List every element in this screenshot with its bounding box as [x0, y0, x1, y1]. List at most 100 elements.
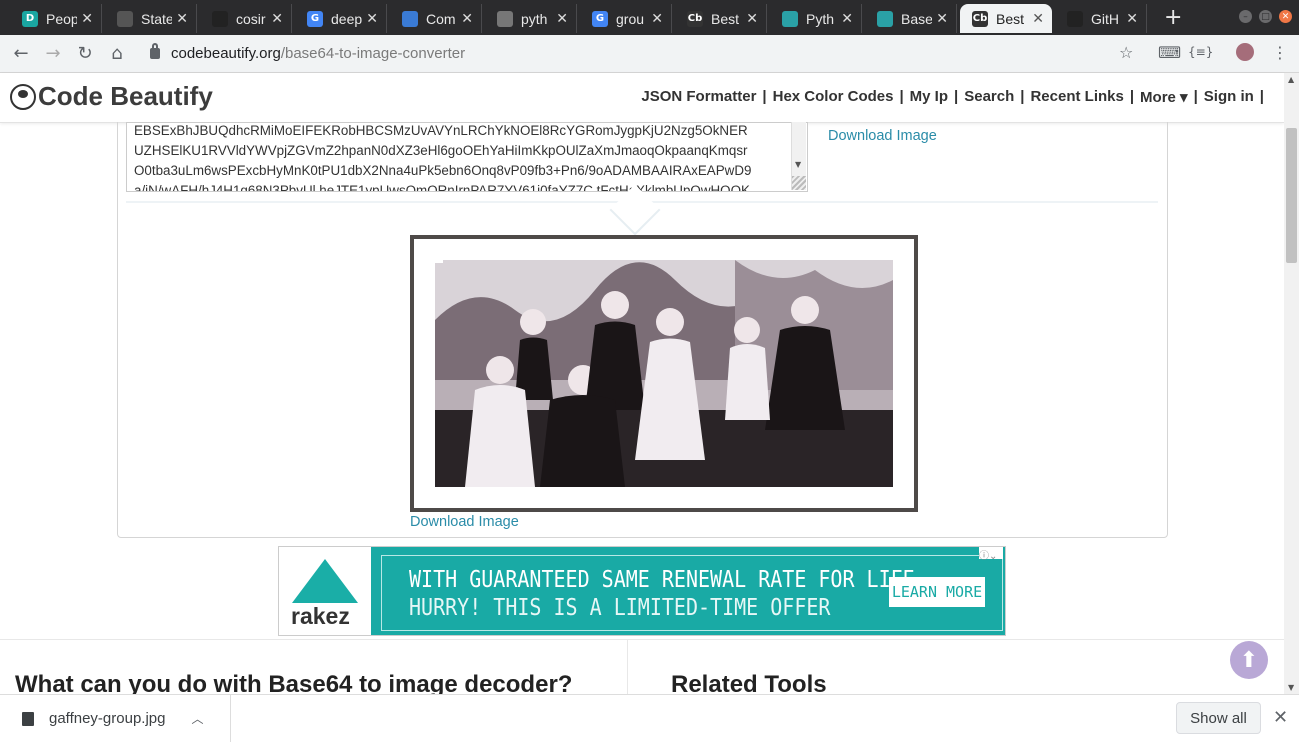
tab-favicon-icon [117, 10, 133, 27]
base64-input[interactable]: EBSExBhJBUQdhcRMiMoEIFEKRobHBCSMzUvAVYnL… [126, 122, 808, 192]
tab-favicon-icon: Cb [687, 10, 703, 27]
tab-favicon-icon [402, 10, 418, 27]
show-all-button[interactable]: Show all [1176, 702, 1261, 734]
maximize-icon[interactable]: □ [1259, 10, 1272, 23]
download-item[interactable]: gaffney-group.jpg ︿ [0, 695, 231, 742]
lock-icon [150, 43, 160, 59]
tab-close-icon[interactable]: ✕ [841, 11, 853, 27]
tab-close-icon[interactable]: ✕ [746, 11, 758, 27]
browser-tab[interactable]: Ggrou ✕ [580, 4, 672, 33]
browser-tab[interactable]: Gdeep ✕ [295, 4, 387, 33]
nav-link-json-formatter[interactable]: JSON Formatter [641, 88, 756, 106]
download-image-link-bottom[interactable]: Download Image [410, 514, 519, 530]
scroll-up-icon[interactable]: ▲ [1288, 75, 1294, 84]
tab-close-icon[interactable]: ✕ [1032, 11, 1044, 27]
nav-separator: | [1259, 88, 1264, 105]
tab-favicon-icon [497, 10, 513, 27]
tab-label: Peop [46, 10, 78, 27]
tab-close-icon[interactable]: ✕ [461, 11, 473, 27]
nav-link-recent-links[interactable]: Recent Links [1030, 88, 1123, 106]
nav-link-more[interactable]: More ▾ [1140, 88, 1188, 106]
tab-label: Com [426, 10, 456, 27]
decoded-image [435, 260, 893, 487]
logo-text: Code Beautify [38, 81, 213, 111]
resize-handle[interactable] [792, 176, 806, 190]
nav-link-hex-color-codes[interactable]: Hex Color Codes [773, 88, 894, 106]
tab-close-icon[interactable]: ✕ [936, 11, 948, 27]
ad-banner-body[interactable]: WITH GUARANTEED SAME RENEWAL RATE FOR LI… [371, 547, 1005, 635]
tab-favicon-icon [782, 10, 798, 27]
back-icon[interactable]: ← [9, 41, 33, 65]
scroll-down-icon[interactable]: ▼ [795, 160, 801, 169]
chevron-up-icon[interactable]: ︿ [191, 710, 203, 727]
download-shelf: gaffney-group.jpg ︿ Show all ✕ [0, 694, 1299, 742]
close-icon[interactable]: ✕ [1273, 707, 1288, 728]
browser-tab[interactable]: cosir ✕ [200, 4, 292, 33]
nav-separator: | [899, 88, 904, 105]
profile-avatar[interactable] [1236, 43, 1254, 61]
adchoices-icon[interactable]: ⓘ⌄ [979, 547, 1003, 562]
window-close-icon[interactable]: ✕ [1279, 10, 1292, 23]
tab-favicon-icon: Cb [972, 10, 988, 27]
scrollbar-thumb[interactable] [1286, 128, 1297, 263]
file-icon [22, 711, 34, 726]
url-path: /base64-to-image-converter [280, 45, 466, 62]
url-host: codebeautify.org [171, 45, 281, 62]
tab-close-icon[interactable]: ✕ [1126, 11, 1138, 27]
reload-icon[interactable]: ↻ [73, 41, 97, 65]
scroll-to-top-button[interactable]: ⬆ [1230, 641, 1268, 679]
browser-tab[interactable]: Cb Best ✕ [675, 4, 767, 33]
tab-label: GitH [1091, 10, 1119, 27]
advertisement-banner[interactable]: rakez WITH GUARANTEED SAME RENEWAL RATE … [278, 546, 1006, 636]
forward-icon[interactable]: → [41, 41, 65, 65]
browser-tab[interactable]: Pyth ✕ [770, 4, 862, 33]
browser-tab[interactable]: Cb Best ✕ [960, 4, 1052, 33]
extension-icon[interactable]: {≡} [1188, 45, 1213, 59]
tab-close-icon[interactable]: ✕ [81, 11, 93, 27]
tab-close-icon[interactable]: ✕ [176, 11, 188, 27]
tab-close-icon[interactable]: ✕ [556, 11, 568, 27]
tab-favicon-icon: G [307, 10, 323, 27]
translate-icon[interactable]: ⌨ [1158, 43, 1181, 62]
main-content: EBSExBhJBUQdhcRMiMoEIFEKRobHBCSMzUvAVYnL… [0, 122, 1284, 694]
browser-tab[interactable]: GitH ✕ [1055, 4, 1147, 33]
nav-link-sign-in[interactable]: Sign in [1204, 88, 1254, 106]
github-icon [212, 10, 228, 27]
tab-close-icon[interactable]: ✕ [366, 11, 378, 27]
browser-tab[interactable]: Com ✕ [390, 4, 482, 33]
minimize-icon[interactable]: – [1239, 10, 1252, 23]
browser-tab[interactable]: Base ✕ [865, 4, 957, 33]
nav-separator: | [1020, 88, 1025, 105]
base64-line: EBSExBhJBUQdhcRMiMoEIFEKRobHBCSMzUvAVYnL… [134, 123, 748, 138]
nav-link-search[interactable]: Search [964, 88, 1014, 106]
nav-link-my-ip[interactable]: My Ip [910, 88, 948, 106]
download-image-link-top[interactable]: Download Image [828, 128, 937, 144]
bookmark-star-icon[interactable]: ☆ [1119, 43, 1133, 62]
ad-learn-more-button[interactable]: LEARN MORE [889, 577, 985, 607]
nav-separator: | [1193, 88, 1198, 105]
tab-favicon-icon: G [592, 10, 608, 27]
site-logo[interactable]: Code Beautify [10, 81, 213, 112]
tab-label: grou [616, 10, 645, 27]
browser-tab[interactable]: pyth ✕ [485, 4, 577, 33]
top-nav: JSON Formatter | Hex Color Codes | My Ip | Sea… [641, 88, 1264, 106]
home-icon[interactable]: ⌂ [105, 41, 129, 65]
rakez-logo-icon [292, 559, 358, 603]
browser-tab[interactable]: State ✕ [105, 4, 197, 33]
new-tab-icon[interactable]: + [1164, 5, 1182, 30]
address-bar[interactable]: codebeautify.org/base64-to-image-convert… [138, 39, 1138, 68]
code-beautify-logo-icon [10, 83, 36, 110]
browser-tab[interactable]: D Peop ✕ [10, 4, 102, 33]
tab-favicon-icon: D [22, 10, 38, 27]
column-divider [627, 640, 628, 694]
ad-headline: WITH GUARANTEED SAME RENEWAL RATE FOR LI… [409, 565, 915, 593]
page-scrollbar[interactable]: ▲ ▼ [1284, 73, 1299, 694]
arrow-up-icon: ⬆ [1239, 647, 1259, 673]
tab-close-icon[interactable]: ✕ [651, 11, 663, 27]
tab-close-icon[interactable]: ✕ [271, 11, 283, 27]
tab-label: State [141, 10, 173, 27]
tab-label: deep [331, 10, 363, 27]
menu-kebab-icon[interactable]: ⋮ [1272, 43, 1288, 62]
scroll-down-icon[interactable]: ▼ [1288, 683, 1294, 692]
textarea-scrollbar[interactable]: ▼ [791, 122, 806, 190]
